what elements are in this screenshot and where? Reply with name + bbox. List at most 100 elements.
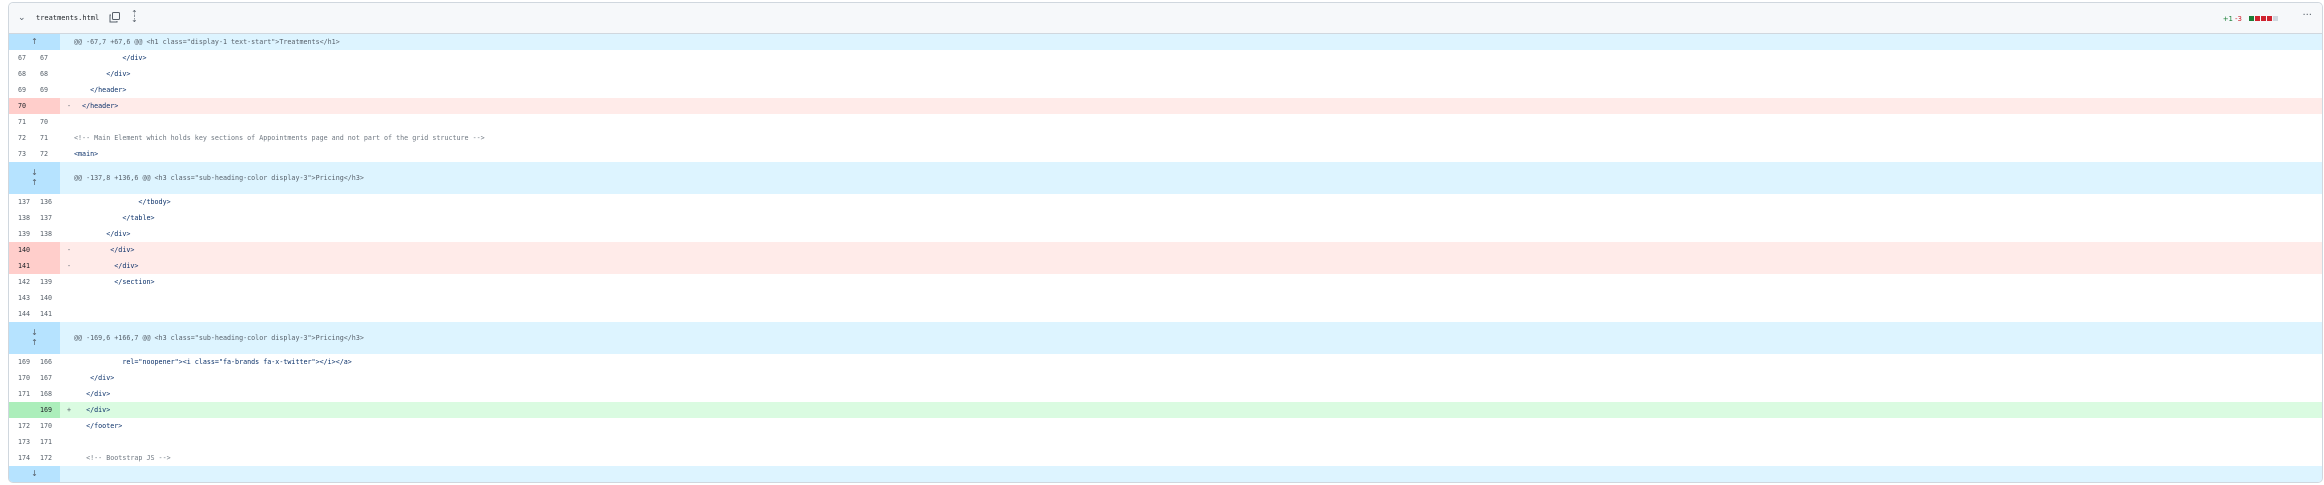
new-line-number[interactable]: 166	[39, 354, 60, 370]
context-line: 68 68 </div>	[9, 66, 2322, 82]
old-line-number[interactable]: 73	[9, 146, 39, 162]
expand-lines-button[interactable]: ↓	[9, 466, 60, 482]
new-line-number[interactable]: 72	[39, 146, 60, 162]
new-line-number[interactable]: 141	[39, 306, 60, 322]
old-line-number[interactable]: 67	[9, 50, 39, 66]
expand-all-icon[interactable]: ⇡ ⇣	[131, 10, 138, 24]
context-line: 174 172 <!-- Bootstrap JS -->	[9, 450, 2322, 466]
code-line: <main>	[74, 150, 99, 158]
context-line: 137 136 </tbody>	[9, 194, 2322, 210]
old-line-number[interactable]: 139	[9, 226, 39, 242]
new-line-number[interactable]: 69	[39, 82, 60, 98]
code-line: </div>	[74, 54, 147, 62]
old-line-number[interactable]: 169	[9, 354, 39, 370]
new-line-number[interactable]: 70	[39, 114, 60, 130]
old-line-number[interactable]: 142	[9, 274, 39, 290]
diffstat-block-deleted	[2255, 16, 2260, 21]
diff-marker	[60, 50, 74, 66]
deletions-count: -3	[2235, 15, 2242, 23]
expand-lines-button[interactable]: ↑	[9, 34, 60, 50]
context-line: 171 168 </div>	[9, 386, 2322, 402]
old-line-number[interactable]	[9, 402, 39, 418]
new-line-number[interactable]: 138	[39, 226, 60, 242]
hunk-header: ↓	[9, 466, 2322, 482]
additions-count: +1	[2222, 15, 2234, 23]
diffstat-block-deleted	[2267, 16, 2272, 21]
diff-marker	[60, 354, 74, 370]
new-line-number[interactable]: 137	[39, 210, 60, 226]
context-line: 173 171	[9, 434, 2322, 450]
code-line: </div>	[74, 374, 115, 382]
new-line-number[interactable]: 140	[39, 290, 60, 306]
added-line: 169 + </div>	[9, 402, 2322, 418]
file-header: ⌄ treatments.html ⇡ ⇣ +1 -3 ···	[9, 3, 2322, 34]
new-line-number[interactable]: 68	[39, 66, 60, 82]
expand-down-icon[interactable]: ↓	[31, 328, 38, 338]
expand-lines-button[interactable]: ↓ ↑	[9, 162, 60, 194]
diff-marker	[60, 370, 74, 386]
context-line: 138 137 </table>	[9, 210, 2322, 226]
diff-marker	[60, 66, 74, 82]
new-line-number[interactable]	[39, 258, 60, 274]
old-line-number[interactable]: 71	[9, 114, 39, 130]
diff-marker: -	[67, 246, 72, 254]
diff-marker	[60, 114, 74, 130]
new-line-number[interactable]	[39, 242, 60, 258]
diff-marker	[60, 82, 74, 98]
old-line-number[interactable]: 144	[9, 306, 39, 322]
context-line: 142 139 </section>	[9, 274, 2322, 290]
old-line-number[interactable]: 137	[9, 194, 39, 210]
copy-icon[interactable]	[109, 12, 120, 23]
new-line-number[interactable]: 167	[39, 370, 60, 386]
code-line: </div>	[74, 230, 131, 238]
file-name[interactable]: treatments.html	[36, 14, 99, 22]
hunk-header-text	[60, 466, 2322, 482]
old-line-number[interactable]: 69	[9, 82, 39, 98]
context-line: 169 166 rel="noopener"><i class="fa-brand…	[9, 354, 2322, 370]
code-line: </div>	[74, 406, 111, 414]
diff-file: ⌄ treatments.html ⇡ ⇣ +1 -3 ··· ↑ @@ -67,7…	[8, 2, 2323, 483]
old-line-number[interactable]: 140	[9, 242, 39, 258]
diff-marker: +	[67, 406, 72, 414]
old-line-number[interactable]: 170	[9, 370, 39, 386]
new-line-number[interactable]: 168	[39, 386, 60, 402]
old-line-number[interactable]: 171	[9, 386, 39, 402]
diffstat-block-deleted	[2261, 16, 2266, 21]
old-line-number[interactable]: 141	[9, 258, 39, 274]
new-line-number[interactable]: 170	[39, 418, 60, 434]
old-line-number[interactable]: 68	[9, 66, 39, 82]
new-line-number[interactable]: 169	[39, 402, 60, 418]
diff-marker	[60, 130, 74, 146]
old-line-number[interactable]: 70	[9, 98, 39, 114]
expand-down-icon[interactable]: ↓	[31, 168, 38, 178]
context-line: 143 140	[9, 290, 2322, 306]
expand-up-icon[interactable]: ↑	[31, 338, 38, 348]
collapse-chevron-icon[interactable]: ⌄	[18, 13, 26, 23]
new-line-number[interactable]: 71	[39, 130, 60, 146]
old-line-number[interactable]: 174	[9, 450, 39, 466]
expand-up-icon[interactable]: ↑	[31, 37, 38, 47]
expand-lines-button[interactable]: ↓ ↑	[9, 322, 60, 354]
old-line-number[interactable]: 143	[9, 290, 39, 306]
expand-down-icon[interactable]: ↓	[31, 469, 38, 479]
new-line-number[interactable]: 172	[39, 450, 60, 466]
new-line-number[interactable]: 139	[39, 274, 60, 290]
old-line-number[interactable]: 172	[9, 418, 39, 434]
diffstat-block-neutral	[2273, 16, 2278, 21]
new-line-number[interactable]: 67	[39, 50, 60, 66]
deleted-line: 141 - </div>	[9, 258, 2322, 274]
old-line-number[interactable]: 173	[9, 434, 39, 450]
new-line-number[interactable]: 136	[39, 194, 60, 210]
more-options-icon[interactable]: ···	[2302, 10, 2312, 21]
old-line-number[interactable]: 72	[9, 130, 39, 146]
code-line: <!-- Main Element which holds key sectio…	[74, 134, 485, 142]
expand-up-icon[interactable]: ↑	[31, 178, 38, 188]
context-line: 69 69 </header>	[9, 82, 2322, 98]
old-line-number[interactable]: 138	[9, 210, 39, 226]
context-line: 73 72 <main>	[9, 146, 2322, 162]
new-line-number[interactable]	[39, 98, 60, 114]
new-line-number[interactable]: 171	[39, 434, 60, 450]
